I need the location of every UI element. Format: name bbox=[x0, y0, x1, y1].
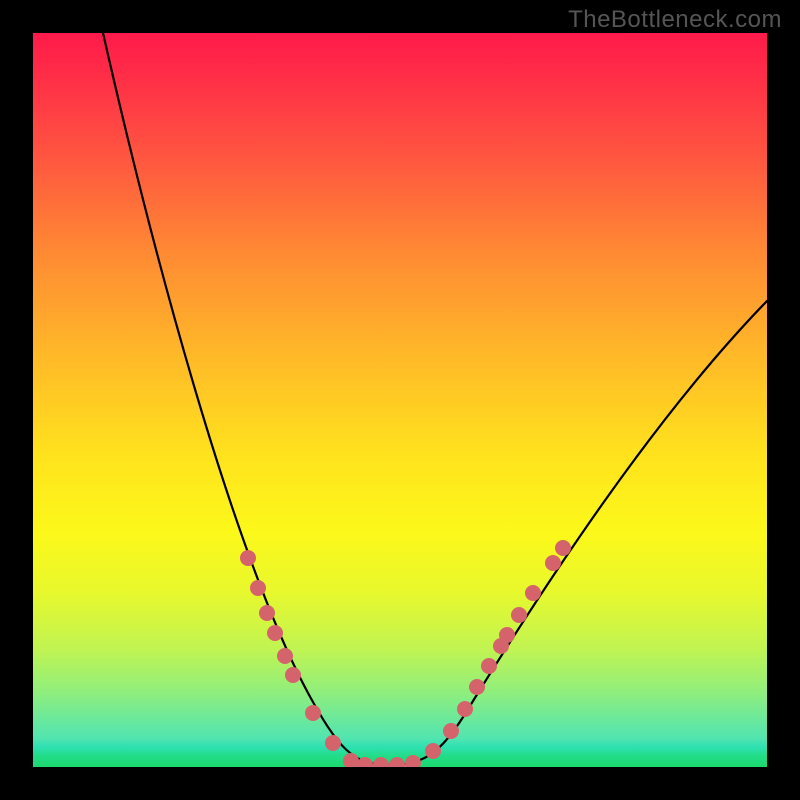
data-dot bbox=[285, 667, 301, 683]
data-dot bbox=[499, 627, 515, 643]
data-dot bbox=[443, 723, 459, 739]
bottleneck-curve-path bbox=[103, 33, 767, 765]
data-dot bbox=[343, 753, 359, 767]
bottleneck-curve-svg bbox=[33, 33, 767, 767]
data-dot bbox=[511, 607, 527, 623]
data-dot bbox=[389, 757, 405, 767]
data-dot bbox=[525, 585, 541, 601]
data-dot bbox=[240, 550, 256, 566]
data-dot bbox=[545, 555, 561, 571]
data-dot bbox=[457, 701, 473, 717]
data-dot bbox=[325, 735, 341, 751]
data-dot bbox=[555, 540, 571, 556]
data-dot bbox=[425, 743, 441, 759]
data-dot bbox=[373, 757, 389, 767]
data-dots-group bbox=[240, 540, 571, 767]
plot-area bbox=[33, 33, 767, 767]
data-dot bbox=[305, 705, 321, 721]
data-dot bbox=[469, 679, 485, 695]
chart-frame: TheBottleneck.com bbox=[0, 0, 800, 800]
data-dot bbox=[259, 605, 275, 621]
data-dot bbox=[277, 648, 293, 664]
watermark-text: TheBottleneck.com bbox=[568, 6, 782, 34]
data-dot bbox=[267, 625, 283, 641]
data-dot bbox=[250, 580, 266, 596]
data-dot bbox=[405, 755, 421, 767]
data-dot bbox=[481, 658, 497, 674]
